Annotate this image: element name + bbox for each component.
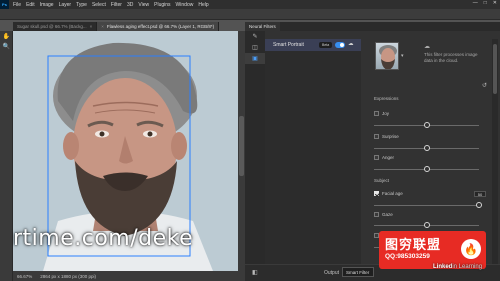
zoom-tool-icon[interactable]: 🔍 [0,41,13,51]
subject-heading: Subject [374,178,390,183]
facial-age-value[interactable]: 50 [474,191,486,197]
output-select[interactable]: Smart Filter [342,267,374,277]
menu-file[interactable]: File [13,2,21,8]
linkedin-text: Linked [433,264,453,270]
document-tabs: Sugar skull.psd @ 66.7% (Backg... × × Fl… [13,22,243,31]
panel-tab-bar: Neural Filters [245,22,500,31]
close-icon[interactable]: ✕ [493,0,497,6]
anger-slider[interactable] [374,166,479,172]
layers-icon[interactable]: ◧ [252,269,258,276]
surprise-slider[interactable] [374,145,479,151]
learning-text: in Learning [452,264,483,270]
slider-knob[interactable] [423,166,430,172]
face-thumbnail-image [379,45,397,69]
menu-select[interactable]: Select [92,2,106,8]
window-controls: — □ ✕ [473,0,497,6]
face-thumbnail[interactable] [375,42,399,70]
joy-label: Joy [382,111,390,116]
eraser-icon[interactable]: ◫ [245,42,265,53]
panel-scrollbar[interactable] [492,39,498,264]
zoom-level[interactable]: 66.67% [17,274,32,279]
tools-panel: ✋ 🔍 [0,31,13,281]
gaze-checkbox-row[interactable]: Gaze [374,212,393,217]
tab-neural-filters[interactable]: Neural Filters [245,22,280,31]
reset-icon[interactable]: ↺ [482,82,487,89]
surprise-checkbox-row[interactable]: Surprise [374,134,399,139]
anger-checkbox-row[interactable]: Anger [374,155,394,160]
brush-icon[interactable]: ✎ [245,31,265,42]
anger-checkbox[interactable] [374,155,379,160]
facial-age-checkbox[interactable] [374,191,379,196]
menu-view[interactable]: View [138,2,149,8]
close-tab-icon[interactable]: × [101,24,104,29]
output-label: Output [324,270,340,276]
document-info: 2864 px x 1880 px (300 ppi) [40,273,97,279]
menu-filter[interactable]: Filter [111,2,122,8]
facial-age-checkbox-row[interactable]: Facial age [374,191,403,196]
slider-knob[interactable] [476,202,482,208]
watermark-text: rtime.com/deke [13,226,194,251]
joy-slider[interactable] [374,122,479,128]
menu-type[interactable]: Type [76,2,87,8]
filter-smart-portrait[interactable]: Smart Portrait Beta ☁ [265,39,361,51]
chevron-down-icon[interactable]: ▾ [401,53,404,59]
tab-flawless-aging[interactable]: × Flawless aging effect.psd @ 66.7% (Lay… [97,22,220,31]
maximize-icon[interactable]: □ [484,0,487,6]
linkedin-learning-logo: Linkedin Learning [433,264,482,270]
filter-category-bar: ✎ ◫ ▣ [245,31,265,281]
canvas-scrollbar[interactable] [238,31,245,271]
menu-plugins[interactable]: Plugins [154,2,170,8]
gaze-checkbox[interactable] [374,212,379,217]
surprise-checkbox[interactable] [374,134,379,139]
filter-list: Smart Portrait Beta ☁ [265,39,361,264]
surprise-label: Surprise [382,134,399,139]
facial-age-label: Facial age [382,191,403,196]
menu-edit[interactable]: Edit [26,2,35,8]
facial-age-slider[interactable] [374,202,482,208]
options-bar [0,9,500,20]
gaze-slider[interactable] [374,222,479,228]
anger-label: Anger [382,155,395,160]
beta-badge: Beta [319,42,333,48]
slider-knob[interactable] [423,222,430,228]
menu-window[interactable]: Window [176,2,194,8]
expressions-heading: Expressions [374,96,399,101]
joy-checkbox[interactable] [374,111,379,116]
cloud-icon: ☁ [424,44,430,50]
menu-3d[interactable]: 3D [127,2,133,8]
close-tab-icon[interactable]: × [90,24,93,29]
menu-layer[interactable]: Layer [59,2,72,8]
photoshop-logo: Ps [0,0,9,9]
slider-knob[interactable] [423,122,430,128]
scroll-thumb[interactable] [239,116,244,176]
tab-sugar-skull[interactable]: Sugar skull.psd @ 66.7% (Backg... × [13,22,98,31]
cloud-notice: This filter processes image data in the … [424,52,478,63]
menu-help[interactable]: Help [198,2,208,8]
scroll-thumb[interactable] [493,44,497,94]
filter-list-icon[interactable]: ▣ [245,53,265,64]
menu-image[interactable]: Image [40,2,54,8]
tab-label: Sugar skull.psd @ 66.7% (Backg... [17,24,87,29]
slider-knob[interactable] [423,145,430,151]
joy-checkbox-row[interactable]: Joy [374,111,389,116]
gaze-label: Gaze [382,212,393,217]
promo-qq: QQ:985303259 [385,253,430,260]
promo-title: 图穷联盟 [385,238,442,253]
flame-logo-icon: 🔥 [461,239,481,259]
tab-label: Flawless aging effect.psd @ 66.7% (Layer… [106,24,215,29]
minimize-icon[interactable]: — [473,0,478,6]
filter-name: Smart Portrait [273,42,304,48]
filter-toggle[interactable] [335,42,345,48]
menu-bar: Ps File Edit Image Layer Type Select Fil… [0,0,500,9]
status-bar: 66.67% 2864 px x 1880 px (300 ppi) [13,271,245,281]
cloud-icon: ☁ [348,41,354,47]
hand-tool-icon[interactable]: ✋ [0,31,13,41]
